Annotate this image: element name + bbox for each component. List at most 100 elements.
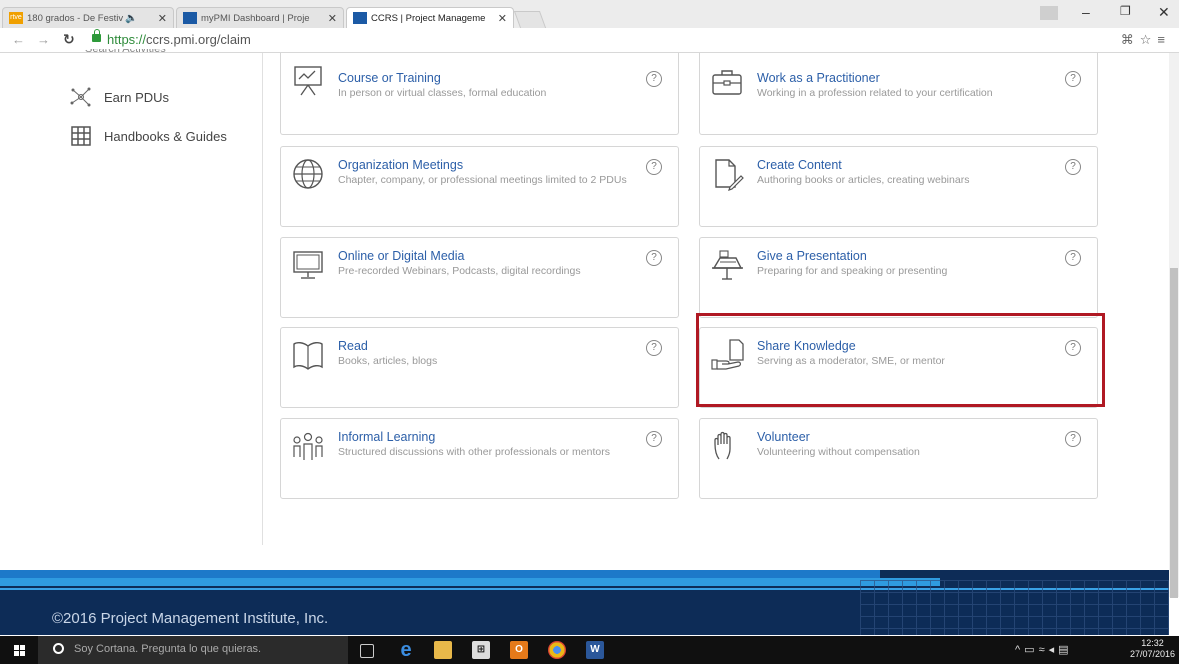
footer-stripe bbox=[0, 570, 880, 578]
outlook-icon[interactable]: O bbox=[510, 641, 528, 659]
chrome-icon[interactable] bbox=[548, 641, 566, 659]
people-group-icon bbox=[293, 432, 323, 460]
close-icon[interactable]: ✕ bbox=[324, 12, 337, 25]
activity-card-course-training[interactable]: Course or Training In person or virtual … bbox=[280, 53, 679, 135]
open-book-icon bbox=[293, 341, 323, 370]
card-title[interactable]: Informal Learning bbox=[338, 430, 435, 444]
help-icon[interactable]: ? bbox=[1065, 71, 1081, 87]
card-title[interactable]: Work as a Practitioner bbox=[757, 71, 880, 85]
activity-card-create-content[interactable]: Create Content Authoring books or articl… bbox=[699, 146, 1098, 227]
activity-card-read[interactable]: Read Books, articles, blogs ? bbox=[280, 327, 679, 408]
sidebar-item-handbooks-guides[interactable]: Handbooks & Guides bbox=[70, 126, 227, 146]
clock-time: 12:32 bbox=[1141, 638, 1164, 648]
card-title[interactable]: Read bbox=[338, 339, 368, 353]
close-icon[interactable]: ✕ bbox=[494, 12, 507, 25]
briefcase-icon bbox=[712, 70, 742, 95]
minimize-icon[interactable]: – bbox=[1082, 4, 1090, 20]
activity-card-organization-meetings[interactable]: Organization Meetings Chapter, company, … bbox=[280, 146, 679, 227]
back-arrow-icon[interactable]: ← bbox=[12, 32, 25, 47]
cortana-placeholder: Soy Cortana. Pregunta lo que quieras. bbox=[74, 643, 262, 655]
chevron-up-icon[interactable]: ^ bbox=[1015, 644, 1024, 656]
card-description: Structured discussions with other profes… bbox=[338, 446, 610, 458]
volume-icon[interactable]: ◂ bbox=[1049, 644, 1059, 656]
document-pen-icon bbox=[715, 159, 744, 191]
cortana-search-box[interactable]: Soy Cortana. Pregunta lo que quieras. bbox=[38, 636, 348, 664]
card-title[interactable]: Organization Meetings bbox=[338, 158, 463, 172]
tab-label: 180 grados - De Festiv bbox=[27, 12, 124, 24]
sidebar-item-search-activities[interactable]: Search Activities bbox=[85, 49, 166, 56]
forward-arrow-icon[interactable]: → bbox=[37, 32, 50, 47]
globe-icon bbox=[293, 159, 323, 189]
help-icon[interactable]: ? bbox=[1065, 159, 1081, 175]
rtve-favicon-icon: rtve bbox=[9, 12, 23, 24]
scrollbar-thumb[interactable] bbox=[1170, 268, 1178, 598]
help-icon[interactable]: ? bbox=[1065, 431, 1081, 447]
task-view-icon[interactable] bbox=[360, 644, 374, 658]
help-icon[interactable]: ? bbox=[646, 71, 662, 87]
browser-tab-3[interactable]: CCRS | Project Manageme ✕ bbox=[346, 7, 514, 28]
pmi-favicon-icon bbox=[183, 12, 197, 24]
help-icon[interactable]: ? bbox=[1065, 250, 1081, 266]
help-icon[interactable]: ? bbox=[646, 340, 662, 356]
card-title[interactable]: Create Content bbox=[757, 158, 842, 172]
card-description: Volunteering without compensation bbox=[757, 446, 920, 458]
taskbar-clock[interactable]: 12:32 27/07/2016 bbox=[1130, 638, 1175, 660]
card-title[interactable]: Volunteer bbox=[757, 430, 810, 444]
highlight-box bbox=[696, 313, 1105, 407]
activity-card-give-presentation[interactable]: Give a Presentation Preparing for and sp… bbox=[699, 237, 1098, 318]
store-icon[interactable]: ⊞ bbox=[472, 641, 490, 659]
help-icon[interactable]: ? bbox=[646, 431, 662, 447]
sidebar-item-label: Handbooks & Guides bbox=[104, 128, 227, 144]
reload-icon[interactable]: ↻ bbox=[63, 31, 75, 48]
help-icon[interactable]: ? bbox=[646, 250, 662, 266]
lock-icon bbox=[92, 29, 101, 42]
grid-icon bbox=[71, 126, 91, 146]
activity-card-work-practitioner[interactable]: Work as a Practitioner Working in a prof… bbox=[699, 53, 1098, 135]
podium-icon bbox=[712, 250, 743, 280]
card-title[interactable]: Give a Presentation bbox=[757, 249, 867, 263]
footer-grid-pattern bbox=[860, 580, 1169, 635]
translate-icon[interactable]: ⌘ bbox=[1121, 32, 1140, 47]
sidebar-item-label: Earn PDUs bbox=[104, 89, 170, 105]
clock-date: 27/07/2016 bbox=[1130, 649, 1176, 659]
browser-tabbar: rtve 180 grados - De Festiv 🔈 ✕ myPMI Da… bbox=[0, 0, 1179, 28]
browser-tab-1[interactable]: rtve 180 grados - De Festiv 🔈 ✕ bbox=[2, 7, 174, 28]
card-title[interactable]: Online or Digital Media bbox=[338, 249, 464, 263]
user-profile-icon[interactable] bbox=[1040, 6, 1058, 20]
cortana-icon bbox=[53, 643, 64, 654]
browser-tab-2[interactable]: myPMI Dashboard | Proje ✕ bbox=[176, 7, 344, 28]
tab-label: CCRS | Project Manageme bbox=[371, 12, 486, 24]
page-footer: ©2016 Project Management Institute, Inc. bbox=[0, 570, 1169, 635]
footer-stripe bbox=[0, 578, 940, 586]
raised-hand-icon bbox=[714, 431, 731, 460]
activity-card-online-digital-media[interactable]: Online or Digital Media Pre-recorded Web… bbox=[280, 237, 679, 318]
speaker-icon[interactable]: 🔈 bbox=[125, 13, 137, 24]
card-title[interactable]: Course or Training bbox=[338, 71, 441, 85]
activity-card-volunteer[interactable]: Volunteer Volunteering without compensat… bbox=[699, 418, 1098, 499]
new-tab-button[interactable] bbox=[513, 11, 547, 28]
menu-icon[interactable]: ≡ bbox=[1157, 32, 1171, 47]
card-description: In person or virtual classes, formal edu… bbox=[338, 87, 547, 99]
system-tray[interactable]: ^▭≈◂▤ bbox=[1015, 643, 1073, 656]
help-icon[interactable]: ? bbox=[646, 159, 662, 175]
page-scrollbar[interactable] bbox=[1169, 53, 1179, 598]
sidebar-item-earn-pdus[interactable]: Earn PDUs bbox=[70, 87, 169, 107]
close-window-icon[interactable]: ✕ bbox=[1158, 4, 1170, 21]
word-icon[interactable]: W bbox=[586, 641, 604, 659]
pmi-favicon-icon bbox=[353, 12, 367, 24]
url-field[interactable]: https://ccrs.pmi.org/claim bbox=[107, 32, 251, 47]
sidebar: Search Activities Earn PDUs Handbooks & … bbox=[0, 49, 263, 545]
file-explorer-icon[interactable] bbox=[434, 641, 452, 659]
restore-icon[interactable]: ❐ bbox=[1120, 4, 1131, 18]
battery-icon[interactable]: ▭ bbox=[1024, 644, 1038, 656]
edge-browser-icon[interactable]: e bbox=[397, 640, 415, 660]
activity-card-informal-learning[interactable]: Informal Learning Structured discussions… bbox=[280, 418, 679, 499]
browser-menu-icons[interactable]: ⌘☆≡ bbox=[1121, 32, 1171, 48]
card-description: Books, articles, blogs bbox=[338, 355, 438, 367]
notification-icon[interactable]: ▤ bbox=[1058, 644, 1072, 656]
network-icon[interactable]: ≈ bbox=[1039, 644, 1049, 656]
close-icon[interactable]: ✕ bbox=[154, 12, 167, 25]
card-description: Working in a profession related to your … bbox=[757, 87, 993, 99]
windows-start-icon[interactable] bbox=[14, 645, 25, 656]
star-icon[interactable]: ☆ bbox=[1140, 32, 1158, 47]
